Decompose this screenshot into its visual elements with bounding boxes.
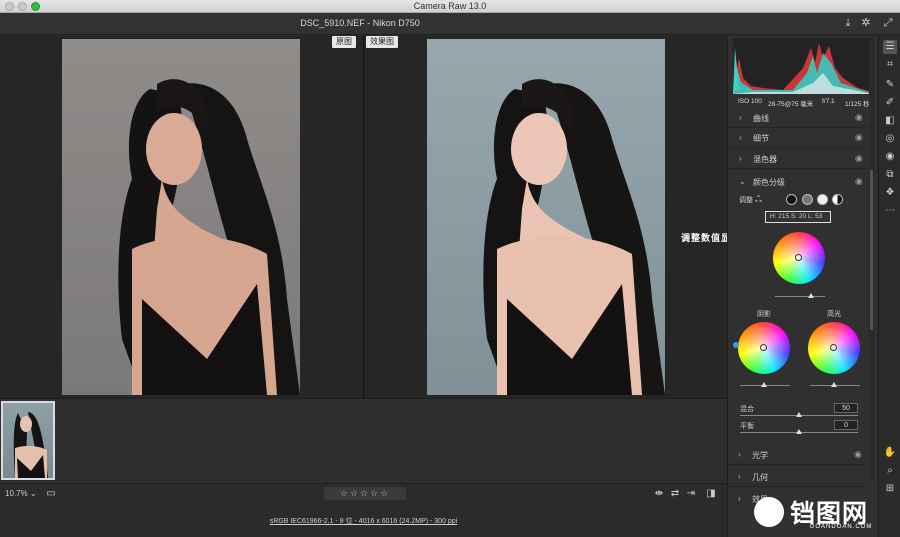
eye-icon[interactable]: ◉	[854, 449, 862, 460]
camera-raw-window: Camera Raw 13.0 DSC_5910.NEF - Nikon D75…	[0, 0, 900, 537]
watermark-logo	[754, 497, 784, 527]
graduated-filter-icon[interactable]: ◧	[883, 114, 897, 128]
shadows-hue-marker[interactable]	[733, 342, 739, 348]
tool-strip: ☰ ⌗ ✎ ✐ ◧ ◎ ◉ ⧉ ❖ ⋯ ✋ ⌕ ⊞	[878, 36, 900, 537]
preview-canvas[interactable]: 原图 效果图	[0, 36, 727, 398]
zoom-level[interactable]: 10.7% ⌄	[5, 489, 37, 498]
zoom-icon[interactable]: ⌕	[883, 464, 897, 478]
midtones-wheel-handle[interactable]	[795, 254, 802, 261]
file-title: DSC_5910.NEF - Nikon D750	[300, 18, 420, 28]
hsl-value-display: H: 215 S: 20 L: 53	[765, 211, 831, 223]
blending-value-field[interactable]: 50	[834, 403, 858, 413]
shadows-luminance-thumb[interactable]	[761, 382, 767, 387]
midtones-luminance-slider[interactable]	[775, 296, 825, 297]
presets-icon[interactable]: ❖	[883, 186, 897, 200]
section-curves[interactable]: › 曲线 ◉	[728, 108, 868, 128]
balance-value-field[interactable]: 0	[834, 420, 858, 430]
highlights-label: 高光	[827, 311, 841, 318]
before-photo	[62, 39, 300, 395]
balance-label: 平衡	[740, 423, 754, 430]
copy-settings-icon[interactable]: ⇥	[684, 487, 698, 501]
chevron-right-icon: ›	[739, 113, 742, 122]
healing-brush-icon[interactable]: ✎	[883, 78, 897, 92]
star-rating[interactable]: ☆☆☆☆☆	[324, 487, 406, 500]
aperture-value: f/7.1	[822, 98, 835, 105]
section-label: 几何	[752, 473, 768, 482]
adjust-label: 调整	[739, 197, 753, 204]
crop-icon[interactable]: ⌗	[883, 58, 897, 72]
swap-icon[interactable]: ⇄	[668, 487, 682, 501]
watermark: 铛图网 DOANDOAN.COM	[748, 492, 900, 537]
balance-slider-thumb[interactable]	[796, 429, 802, 434]
blending-slider-thumb[interactable]	[796, 412, 802, 417]
status-bar: sRGB IEC61966-2.1 - 8 位 - 4016 x 6016 (2…	[0, 503, 727, 537]
filmstrip-toggle-icon[interactable]: ▭	[44, 487, 58, 501]
midtones-mode-button[interactable]	[802, 194, 813, 205]
panel-scrollbar[interactable]	[869, 40, 874, 480]
hand-icon[interactable]: ✋	[883, 446, 897, 460]
shadows-mode-button[interactable]	[786, 194, 797, 205]
iso-value: ISO 100	[738, 98, 762, 105]
shadows-wheel-handle[interactable]	[760, 344, 767, 351]
panel-scroll-thumb[interactable]	[870, 170, 873, 330]
expand-icon[interactable]: ⤢	[881, 16, 895, 30]
before-label[interactable]: 原图	[332, 36, 356, 48]
eye-icon[interactable]: ◉	[855, 153, 863, 164]
toggle-view-icon[interactable]: ◨	[704, 487, 718, 501]
three-way-mode-icon[interactable]: ஃ	[755, 194, 762, 206]
filmstrip	[0, 398, 727, 483]
chevron-down-icon: ⌄	[739, 177, 746, 186]
eye-icon[interactable]: ◉	[855, 132, 863, 143]
eye-icon[interactable]: ◉	[855, 176, 863, 187]
filmstrip-thumbnail[interactable]	[1, 401, 55, 480]
red-eye-icon[interactable]: ◉	[883, 150, 897, 164]
lens-value: 28-75@75 毫米	[768, 101, 814, 108]
section-detail[interactable]: › 细节 ◉	[728, 128, 868, 148]
chevron-right-icon: ›	[739, 154, 742, 163]
save-icon[interactable]: ⤓	[841, 16, 855, 30]
before-after-view-icon[interactable]: ⇼	[652, 487, 666, 501]
snapshots-icon[interactable]: ⧉	[883, 168, 897, 182]
histogram	[733, 38, 873, 94]
after-label[interactable]: 效果图	[366, 36, 398, 48]
chevron-right-icon: ›	[738, 472, 741, 481]
section-label: 光学	[752, 451, 768, 460]
highlights-wheel-handle[interactable]	[830, 344, 837, 351]
more-options-icon[interactable]: ⋯	[883, 204, 897, 218]
gear-icon[interactable]: ✲	[859, 16, 873, 30]
adjustment-brush-icon[interactable]: ✐	[883, 96, 897, 110]
workflow-options-link[interactable]: sRGB IEC61966-2.1 - 8 位 - 4016 x 6016 (2…	[0, 516, 727, 526]
file-header: DSC_5910.NEF - Nikon D750 ⤓ ✲ ⤢	[0, 13, 900, 35]
radial-filter-icon[interactable]: ◎	[883, 132, 897, 146]
highlights-mode-button[interactable]	[817, 194, 828, 205]
section-label: 混色器	[753, 155, 777, 164]
camera-info: ISO 100 28-75@75 毫米 f/7.1 1/125 秒	[728, 96, 878, 108]
bottom-toolbar: 10.7% ⌄ ▭ ☆☆☆☆☆ ⇼ ⇄ ⇥ ◨	[0, 483, 727, 503]
title-bar: Camera Raw 13.0	[0, 0, 900, 13]
blending-label: 混合	[740, 406, 754, 413]
highlights-luminance-thumb[interactable]	[831, 382, 837, 387]
global-mode-button[interactable]	[832, 194, 843, 205]
chevron-right-icon: ›	[738, 494, 741, 503]
window-title: Camera Raw 13.0	[413, 1, 487, 11]
chevron-right-icon: ›	[738, 450, 741, 459]
shadows-label: 阴影	[757, 311, 771, 318]
eye-icon[interactable]: ◉	[855, 112, 863, 123]
shutter-value: 1/125 秒	[845, 101, 870, 108]
section-label: 颜色分级	[753, 178, 785, 187]
zoom-value[interactable]: 10.7%	[5, 489, 28, 498]
section-geometry[interactable]: › 几何	[727, 467, 867, 487]
chevron-right-icon: ›	[739, 133, 742, 142]
after-photo	[427, 39, 665, 395]
watermark-subtext: DOANDOAN.COM	[810, 524, 873, 530]
section-optics[interactable]: › 光学 ◉	[727, 445, 867, 465]
section-color-mixer[interactable]: › 混色器 ◉	[728, 149, 868, 169]
section-color-grading[interactable]: ⌄ 颜色分级 ◉	[728, 172, 868, 192]
split-divider[interactable]	[363, 36, 364, 398]
section-label: 细节	[753, 134, 769, 143]
section-label: 曲线	[753, 114, 769, 123]
midtones-luminance-thumb[interactable]	[808, 293, 814, 298]
edit-sliders-icon[interactable]: ☰	[883, 40, 897, 54]
